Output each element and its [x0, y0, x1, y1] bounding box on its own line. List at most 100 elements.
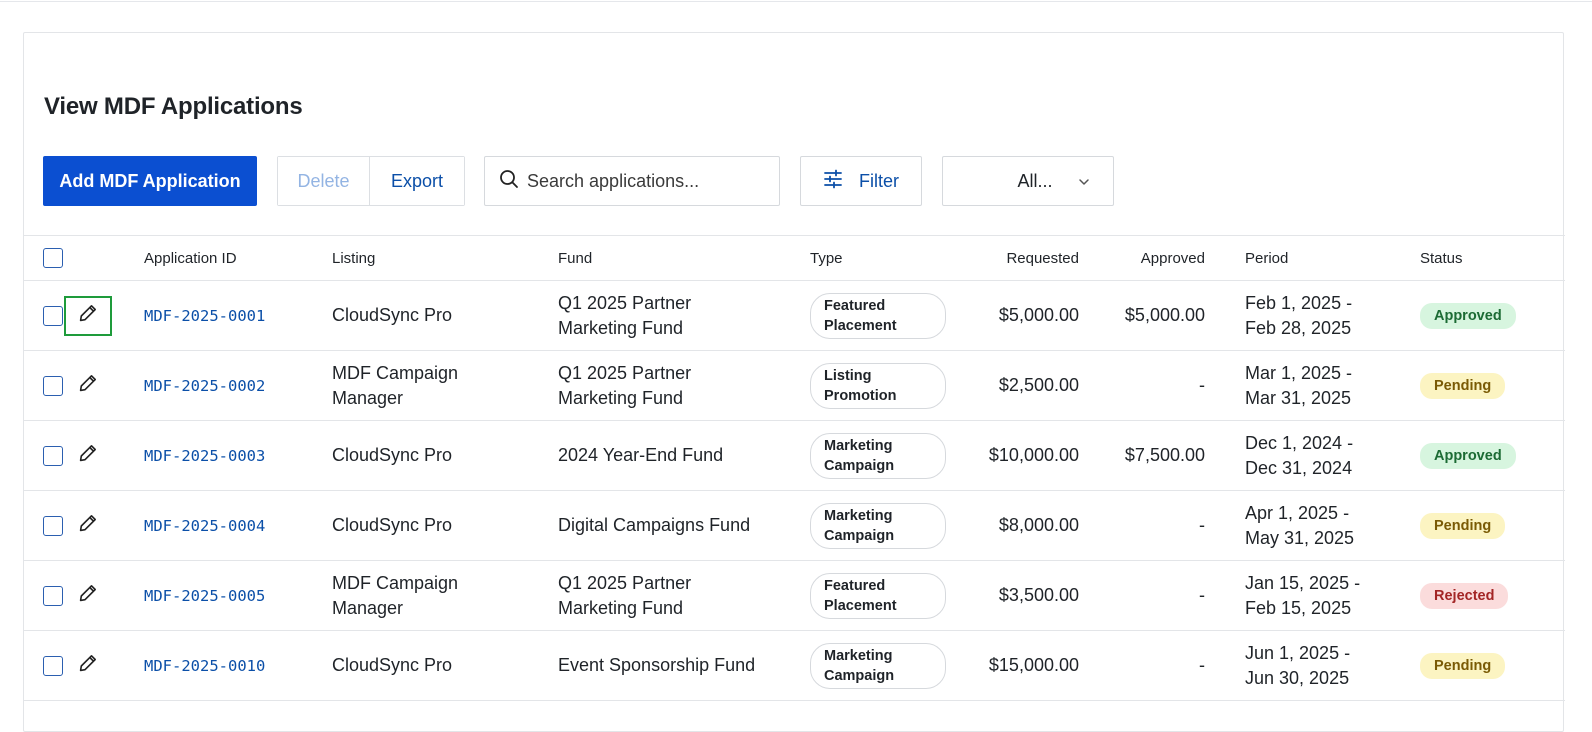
period-cell: Dec 1, 2024 - Dec 31, 2024: [1245, 421, 1353, 490]
period-line: May 31, 2025: [1245, 527, 1355, 548]
header-status[interactable]: Status: [1420, 236, 1463, 280]
status-select[interactable]: All...: [942, 156, 1114, 206]
add-application-button[interactable]: Add MDF Application: [43, 156, 257, 206]
select-all-checkbox[interactable]: [43, 248, 63, 268]
toolbar: Add MDF Application Delete Export Filter…: [43, 156, 1243, 206]
approved-cell: -: [1199, 655, 1205, 675]
row-edit-cell: [64, 351, 112, 420]
status-badge: Rejected: [1420, 582, 1509, 609]
fund-cell: Q1 2025 Partner Marketing Fund: [558, 281, 691, 350]
row-edit-cell: [64, 421, 112, 490]
period-cell: Jun 1, 2025 - Jun 30, 2025: [1245, 631, 1350, 700]
row-checkbox[interactable]: [43, 655, 63, 676]
application-id-cell: MDF-2025-0005: [144, 561, 265, 630]
fund-line: Marketing Fund: [558, 317, 684, 338]
period-cell: Jan 15, 2025 - Feb 15, 2025: [1245, 561, 1360, 630]
status-select-value: All...: [1017, 170, 1053, 191]
action-button-group: Delete Export: [277, 156, 465, 206]
fund-cell: 2024 Year-End Fund: [558, 421, 723, 490]
table-row[interactable]: MDF-2025-0005 MDF Campaign Manager Q1 2025 …: [24, 561, 1565, 631]
export-button[interactable]: Export: [370, 157, 464, 205]
application-id-link[interactable]: MDF-2025-0002: [144, 377, 265, 395]
row-checkbox[interactable]: [43, 585, 63, 606]
application-id-link[interactable]: MDF-2025-0005: [144, 587, 265, 605]
period-text: Feb 1, 2025 - Feb 28, 2025: [1245, 291, 1352, 341]
table-header: Application ID Listing Fund Type Request…: [24, 235, 1565, 281]
header-listing[interactable]: Listing: [332, 236, 375, 280]
type-text: Marketing Campaign: [824, 646, 894, 686]
row-checkbox[interactable]: [43, 305, 63, 326]
row-checkbox[interactable]: [43, 515, 63, 536]
top-divider: [0, 0, 1592, 2]
type-line: Featured: [824, 577, 886, 594]
period-line: Mar 1, 2025 -: [1245, 362, 1353, 383]
requested-cell: $5,000.00: [998, 305, 1079, 325]
pencil-icon: [78, 373, 98, 398]
row-select-cell: [43, 631, 63, 700]
pencil-icon: [78, 443, 98, 468]
application-id-link[interactable]: MDF-2025-0004: [144, 517, 265, 535]
edit-button[interactable]: [64, 506, 112, 546]
type-line: Listing: [824, 367, 872, 384]
application-id-link[interactable]: MDF-2025-0003: [144, 447, 265, 465]
page-title: View MDF Applications: [44, 93, 303, 120]
fund-text: 2024 Year-End Fund: [558, 443, 723, 468]
fund-text: Event Sponsorship Fund: [558, 653, 755, 678]
application-id-cell: MDF-2025-0003: [144, 421, 265, 490]
pencil-icon: [78, 583, 98, 608]
period-text: Mar 1, 2025 - Mar 31, 2025: [1245, 361, 1352, 411]
header-requested[interactable]: Requested: [924, 236, 1079, 280]
type-text: Marketing Campaign: [824, 506, 894, 546]
listing-line: MDF Campaign: [332, 572, 459, 593]
listing-cell: MDF Campaign Manager: [332, 351, 458, 420]
table-row[interactable]: MDF-2025-0001 CloudSync Pro Q1 2025 Partne…: [24, 281, 1565, 351]
fund-cell: Q1 2025 Partner Marketing Fund: [558, 351, 691, 420]
listing-cell: MDF Campaign Manager: [332, 561, 458, 630]
status-cell: Approved: [1420, 421, 1516, 490]
header-approved[interactable]: Approved: [1084, 236, 1205, 280]
delete-button[interactable]: Delete: [278, 157, 370, 205]
edit-button[interactable]: [64, 646, 112, 686]
type-line: Marketing: [824, 437, 893, 454]
period-line: Feb 28, 2025: [1245, 317, 1352, 338]
search-box[interactable]: [484, 156, 780, 206]
row-checkbox[interactable]: [43, 375, 63, 396]
status-badge: Pending: [1420, 372, 1506, 399]
header-fund[interactable]: Fund: [558, 236, 592, 280]
type-line: Campaign: [824, 527, 895, 544]
period-line: Feb 15, 2025: [1245, 597, 1352, 618]
row-checkbox[interactable]: [43, 445, 63, 466]
table-row[interactable]: MDF-2025-0003 CloudSync Pro 2024 Year-End …: [24, 421, 1565, 491]
listing-cell: CloudSync Pro: [332, 631, 452, 700]
requested-cell: $3,500.00: [998, 585, 1079, 605]
search-input[interactable]: [527, 170, 767, 192]
table-row[interactable]: MDF-2025-0002 MDF Campaign Manager Q1 2025 …: [24, 351, 1565, 421]
table-body: MDF-2025-0001 CloudSync Pro Q1 2025 Partne…: [24, 281, 1565, 701]
listing-cell: CloudSync Pro: [332, 491, 452, 560]
application-id-link[interactable]: MDF-2025-0010: [144, 657, 265, 675]
filter-button[interactable]: Filter: [800, 156, 922, 206]
edit-button[interactable]: [64, 366, 112, 406]
edit-button[interactable]: [64, 295, 112, 336]
status-badge: Pending: [1420, 652, 1506, 679]
period-line: Dec 31, 2024: [1245, 457, 1353, 478]
fund-text: Q1 2025 Partner Marketing Fund: [558, 291, 691, 341]
application-id-link[interactable]: MDF-2025-0001: [144, 307, 265, 325]
listing-line: CloudSync Pro: [332, 445, 453, 465]
header-application-id[interactable]: Application ID: [144, 236, 237, 280]
header-period[interactable]: Period: [1245, 236, 1288, 280]
edit-button[interactable]: [64, 576, 112, 616]
table-row[interactable]: MDF-2025-0004 CloudSync Pro Digital Campai…: [24, 491, 1565, 561]
requested-cell: $15,000.00: [988, 655, 1079, 675]
header-type[interactable]: Type: [810, 236, 843, 280]
table-row[interactable]: MDF-2025-0010 CloudSync Pro Event Sponsors…: [24, 631, 1565, 701]
type-line: Featured: [824, 297, 886, 314]
fund-text: Digital Campaigns Fund: [558, 513, 750, 538]
period-text: Jun 1, 2025 - Jun 30, 2025: [1245, 641, 1350, 691]
search-icon: [499, 169, 519, 194]
type-text: Featured Placement: [824, 296, 897, 336]
fund-line: Marketing Fund: [558, 597, 684, 618]
row-select-cell: [43, 561, 63, 630]
edit-button[interactable]: [64, 436, 112, 476]
period-line: Apr 1, 2025 -: [1245, 502, 1350, 523]
